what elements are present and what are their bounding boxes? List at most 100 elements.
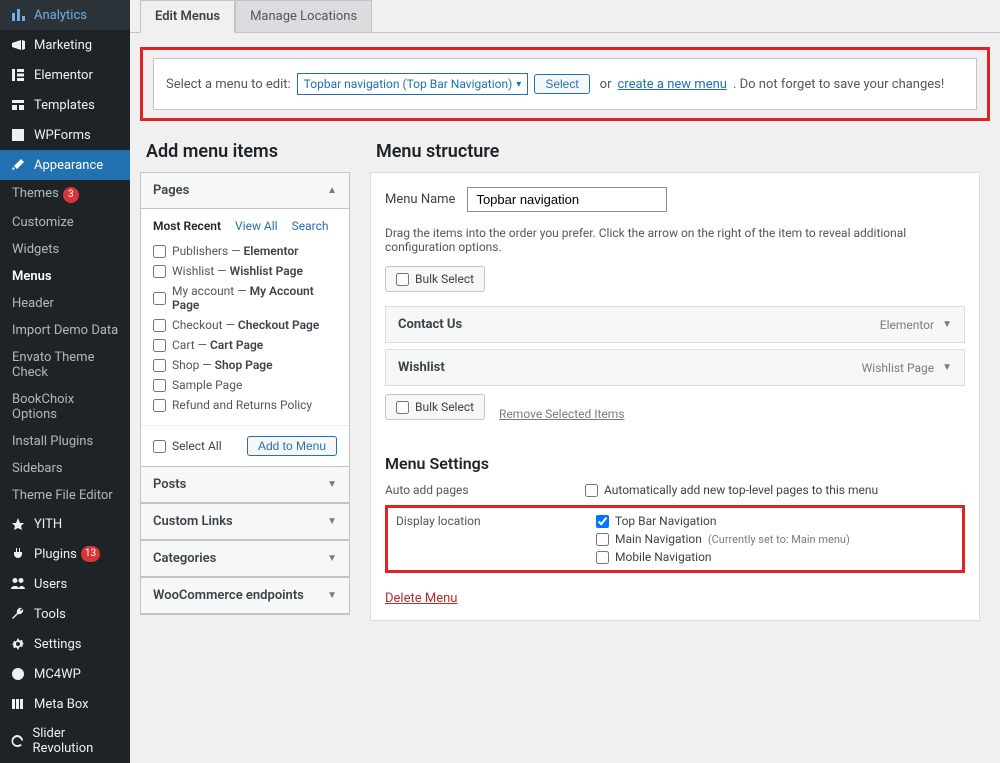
tab-manage-locations[interactable]: Manage Locations xyxy=(235,0,372,32)
page-checkbox[interactable] xyxy=(153,359,166,372)
sidebar-sub-label: Theme File Editor xyxy=(12,488,113,503)
page-checkbox-item[interactable]: Shop — Shop Page xyxy=(153,355,337,375)
location-checkbox[interactable] xyxy=(596,551,609,564)
analytics-icon xyxy=(8,7,28,23)
sidebar-item-meta-box[interactable]: Meta Box xyxy=(0,689,130,719)
page-checkbox[interactable] xyxy=(153,339,166,352)
sidebar-sub-customize[interactable]: Customize xyxy=(0,209,130,236)
menu-name-input[interactable] xyxy=(467,187,667,212)
select-all-input[interactable] xyxy=(153,440,166,453)
subtab-search[interactable]: Search xyxy=(292,219,329,233)
bulk-select-label-2: Bulk Select xyxy=(415,400,474,414)
display-location-option[interactable]: Top Bar Navigation xyxy=(596,514,850,528)
sidebar-item-analytics[interactable]: Analytics xyxy=(0,0,130,30)
bulk-select-checkbox-2[interactable] xyxy=(396,401,409,414)
display-location-option[interactable]: Main Navigation (Currently set to: Main … xyxy=(596,532,850,546)
chevron-down-icon: ▾ xyxy=(516,79,521,90)
bulk-select-checkbox[interactable] xyxy=(396,273,409,286)
brush-icon xyxy=(8,157,28,173)
sidebar-item-elementor[interactable]: Elementor xyxy=(0,60,130,90)
accordion-woocommerce-endpoints[interactable]: WooCommerce endpoints▼ xyxy=(141,577,349,614)
accordion-categories[interactable]: Categories▼ xyxy=(141,540,349,577)
page-checkbox-item[interactable]: Sample Page xyxy=(153,375,337,395)
sidebar-sub-label: BookChoix Options xyxy=(12,392,74,422)
sidebar-item-users[interactable]: Users xyxy=(0,569,130,599)
menu-structure-heading: Menu structure xyxy=(376,141,980,162)
sidebar-sub-theme-file-editor[interactable]: Theme File Editor xyxy=(0,482,130,509)
sidebar-sub-themes[interactable]: Themes3 xyxy=(0,180,130,209)
page-checkbox-item[interactable]: Checkout — Checkout Page xyxy=(153,315,337,335)
sidebar-sub-install-plugins[interactable]: Install Plugins xyxy=(0,428,130,455)
sidebar-sub-bookchoix-options[interactable]: BookChoix Options xyxy=(0,386,130,428)
sidebar-item-label: Users xyxy=(34,577,67,592)
pages-panel-footer: Select All Add to Menu xyxy=(141,425,349,466)
page-checkbox-item[interactable]: Cart — Cart Page xyxy=(153,335,337,355)
sidebar-sub-menus[interactable]: Menus xyxy=(0,263,130,290)
page-checkbox[interactable] xyxy=(153,399,166,412)
sidebar-sub-envato-theme-check[interactable]: Envato Theme Check xyxy=(0,344,130,386)
add-menu-items-column: Add menu items Pages ▲ Most Recent View … xyxy=(140,127,350,621)
remove-selected-link[interactable]: Remove Selected Items xyxy=(499,407,624,421)
sidebar-sub-import-demo-data[interactable]: Import Demo Data xyxy=(0,317,130,344)
metabox-icon xyxy=(8,696,28,712)
bulk-select-top[interactable]: Bulk Select xyxy=(385,266,485,292)
location-checkbox[interactable] xyxy=(596,533,609,546)
sidebar-sub-sidebars[interactable]: Sidebars xyxy=(0,455,130,482)
page-checkbox-item[interactable]: My account — My Account Page xyxy=(153,281,337,315)
sidebar-item-yith[interactable]: YITH xyxy=(0,509,130,539)
menu-dropdown[interactable]: Topbar navigation (Top Bar Navigation) ▾ xyxy=(297,73,529,95)
triangle-down-icon[interactable]: ▼ xyxy=(942,362,952,373)
sidebar-item-mc4wp[interactable]: MC4WP xyxy=(0,659,130,689)
display-location-label: Display location xyxy=(396,514,596,528)
location-checkbox[interactable] xyxy=(596,515,609,528)
subtab-most-recent[interactable]: Most Recent xyxy=(153,219,221,233)
pages-subtabs: Most Recent View All Search xyxy=(153,219,337,233)
sidebar-item-settings[interactable]: Settings xyxy=(0,629,130,659)
page-checkbox[interactable] xyxy=(153,319,166,332)
select-prompt: Select a menu to edit: xyxy=(166,77,291,92)
admin-sidebar: AnalyticsMarketingElementorTemplatesWPFo… xyxy=(0,0,130,763)
sidebar-item-tools[interactable]: Tools xyxy=(0,599,130,629)
page-checkbox-item[interactable]: Wishlist — Wishlist Page xyxy=(153,261,337,281)
subtab-view-all[interactable]: View All xyxy=(235,219,278,233)
menu-item[interactable]: WishlistWishlist Page ▼ xyxy=(385,349,965,386)
sidebar-sub-label: Envato Theme Check xyxy=(12,350,94,380)
sidebar-item-templates[interactable]: Templates xyxy=(0,90,130,120)
page-checkbox[interactable] xyxy=(153,265,166,278)
sidebar-item-plugins[interactable]: Plugins13 xyxy=(0,539,130,569)
bulk-select-bottom[interactable]: Bulk Select xyxy=(385,394,485,420)
triangle-down-icon: ▼ xyxy=(327,516,337,527)
auto-add-option[interactable]: Automatically add new top-level pages to… xyxy=(585,483,878,497)
accordion-custom-links[interactable]: Custom Links▼ xyxy=(141,503,349,540)
pages-panel-header[interactable]: Pages ▲ xyxy=(141,173,349,209)
page-checkbox[interactable] xyxy=(153,292,166,305)
page-checkbox[interactable] xyxy=(153,245,166,258)
page-checkbox-item[interactable]: Refund and Returns Policy xyxy=(153,395,337,415)
tab-edit-menus[interactable]: Edit Menus xyxy=(140,0,235,33)
sidebar-item-marketing[interactable]: Marketing xyxy=(0,30,130,60)
page-checkbox[interactable] xyxy=(153,379,166,392)
auto-add-checkbox[interactable] xyxy=(585,484,598,497)
menu-name-row: Menu Name xyxy=(385,187,965,212)
select-all-checkbox[interactable]: Select All xyxy=(153,439,222,453)
sidebar-sub-label: Install Plugins xyxy=(12,434,93,449)
page-item-text: Cart — Cart Page xyxy=(172,338,263,352)
display-location-option[interactable]: Mobile Navigation xyxy=(596,550,850,564)
accordion-posts[interactable]: Posts▼ xyxy=(141,467,349,503)
accordion-title: Categories xyxy=(153,551,216,566)
sidebar-sub-widgets[interactable]: Widgets xyxy=(0,236,130,263)
sidebar-item-slider-revolution[interactable]: Slider Revolution xyxy=(0,719,130,763)
sidebar-item-appearance[interactable]: Appearance xyxy=(0,150,130,180)
select-button[interactable]: Select xyxy=(534,74,589,94)
sidebar-item-label: MC4WP xyxy=(34,667,81,682)
page-checkbox-item[interactable]: Publishers — Elementor xyxy=(153,241,337,261)
sidebar-sub-header[interactable]: Header xyxy=(0,290,130,317)
create-new-menu-link[interactable]: create a new menu xyxy=(618,77,727,92)
add-to-menu-button[interactable]: Add to Menu xyxy=(247,436,337,456)
delete-menu-link[interactable]: Delete Menu xyxy=(385,591,457,606)
menu-structure-column: Menu structure Menu Name Drag the items … xyxy=(370,127,980,621)
triangle-down-icon[interactable]: ▼ xyxy=(942,319,952,330)
menu-item[interactable]: Contact UsElementor ▼ xyxy=(385,306,965,343)
sidebar-item-wpforms[interactable]: WPForms xyxy=(0,120,130,150)
sidebar-item-label: Tools xyxy=(34,607,66,622)
